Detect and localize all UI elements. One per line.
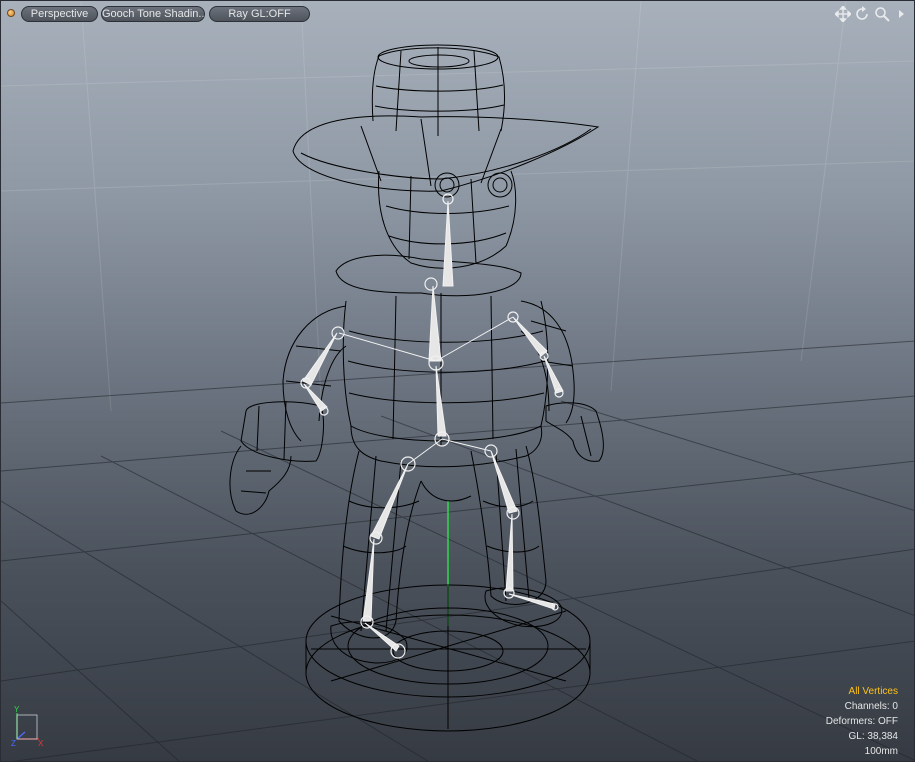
viewport-menu-icon[interactable] [7, 9, 15, 17]
channels-label: Channels: 0 [844, 701, 898, 712]
ground-grid [1, 340, 914, 761]
rotate-view-icon[interactable] [854, 6, 870, 22]
3d-viewport[interactable]: Perspective Gooch Tone Shadin... Ray GL:… [0, 0, 915, 762]
axis-y-label: Y [14, 705, 20, 714]
gl-polycount-label: GL: 38,384 [848, 731, 898, 742]
deformers-label: Deformers: OFF [825, 716, 898, 727]
move-view-icon[interactable] [833, 4, 853, 24]
grid-size-label: 100mm [864, 746, 898, 757]
viewport-scene[interactable] [1, 1, 915, 762]
viewport-toolbar: Perspective Gooch Tone Shadin... Ray GL:… [1, 1, 914, 27]
viewport-info-overlay: All Vertices Channels: 0 Deformers: OFF … [826, 684, 898, 759]
axis-gizmo: Y X Z [11, 705, 44, 747]
skeleton-rig[interactable] [302, 200, 564, 652]
axis-z-label: Z [11, 739, 16, 747]
sky-grid [1, 1, 914, 412]
raygl-toggle[interactable]: Ray GL:OFF [209, 6, 310, 22]
viewport-menu-arrow-icon[interactable] [895, 6, 907, 22]
zoom-view-icon[interactable] [874, 6, 890, 22]
selection-mode-label: All Vertices [848, 686, 898, 697]
view-type-dropdown[interactable]: Perspective [21, 6, 98, 22]
axis-x-label: X [38, 739, 44, 747]
character-wireframe[interactable] [229, 44, 604, 732]
shading-mode-dropdown[interactable]: Gooch Tone Shadin... [101, 6, 205, 22]
